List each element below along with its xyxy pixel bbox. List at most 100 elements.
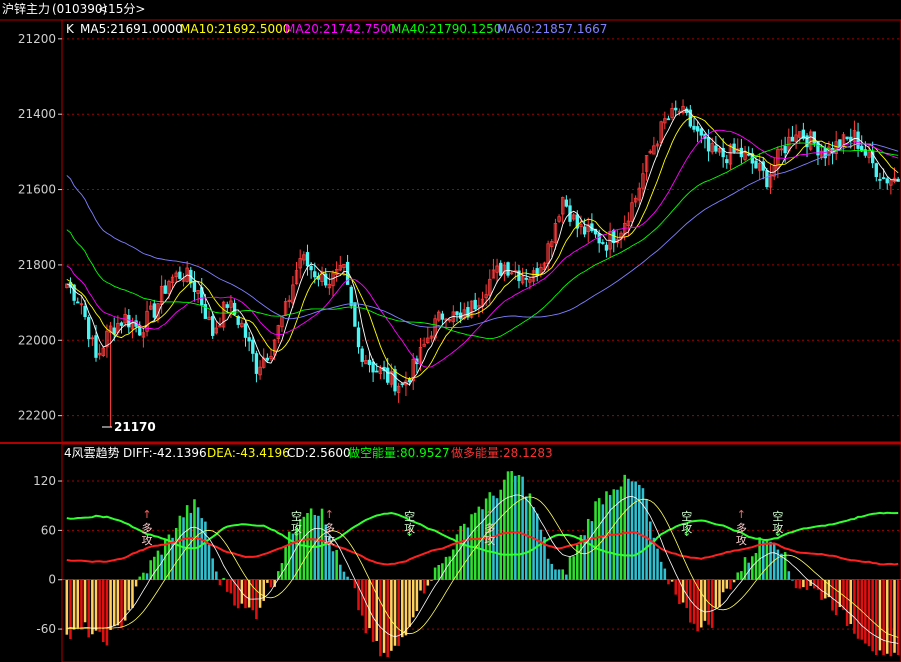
histogram-bar — [765, 538, 769, 580]
candle-body — [407, 379, 412, 383]
histogram-bar — [510, 471, 513, 580]
arrow-up-icon: ↑ — [142, 508, 151, 521]
futures-chart[interactable]: 222002200021800216002140021200120600-60 … — [0, 0, 901, 662]
candle-body — [695, 126, 700, 132]
histogram-bar — [831, 579, 834, 611]
histogram-bar — [692, 579, 696, 624]
candle-body — [499, 262, 503, 276]
histogram-bar — [885, 579, 889, 654]
histogram-bar — [72, 579, 76, 630]
histogram-bar — [102, 579, 105, 642]
signal-marker: 多攻 ↑ — [324, 508, 335, 547]
ma40-legend: MA40:21790.1250 — [391, 22, 501, 36]
candle-body — [455, 311, 459, 316]
candle-body — [754, 160, 758, 169]
candle-body — [112, 327, 116, 335]
histogram-bar — [244, 579, 247, 609]
price-tick-label: 22000 — [18, 333, 56, 347]
histogram-bar — [740, 571, 743, 580]
histogram-bar — [568, 556, 572, 580]
histogram-bar — [80, 579, 83, 630]
histogram-bar — [794, 579, 798, 589]
histogram-bar — [714, 579, 718, 608]
histogram-bar — [576, 544, 579, 580]
indicator-name: 4风雲趋势 — [64, 446, 120, 460]
y-axis-labels: 22200 22000 21800 21600 21400 21200 120 60 0 -60 — [18, 32, 62, 636]
candle-body — [564, 199, 569, 207]
histogram-bar — [76, 579, 80, 628]
signal-marker: 多攻 ↑ — [484, 508, 495, 547]
candle-body — [254, 353, 259, 374]
signal-char: 空 — [404, 509, 415, 523]
candle-body — [765, 170, 769, 188]
diff-legend: DIFF:-42.1396 — [123, 446, 207, 460]
histogram-bar — [65, 579, 69, 635]
candle-body — [353, 302, 357, 327]
candle-body — [440, 313, 445, 320]
histogram-bar — [112, 579, 116, 627]
histogram-bar — [207, 544, 211, 580]
histogram-bar — [247, 579, 251, 608]
histogram-bar — [426, 579, 430, 586]
histogram-bar — [732, 579, 736, 583]
indicator-tick-label: 60 — [41, 523, 56, 537]
candle-body — [349, 286, 353, 306]
price-tick-label: 21200 — [18, 32, 56, 46]
histogram-bar — [266, 579, 269, 583]
ma-line-5 — [66, 109, 899, 386]
histogram-bar — [754, 552, 758, 580]
signal-marker: 空攻↓ — [772, 509, 783, 539]
moving-average-lines — [66, 109, 899, 386]
cd-legend: CD:2.5600 — [287, 446, 351, 460]
histogram-bar — [721, 579, 725, 593]
candle-body — [666, 118, 671, 121]
candle-body — [83, 305, 87, 317]
histogram-bar — [160, 554, 163, 580]
histogram-bar — [586, 518, 590, 580]
candle-body — [210, 316, 215, 336]
candle-body — [367, 359, 372, 366]
histogram-bar — [597, 498, 601, 580]
candle-body — [699, 128, 703, 136]
signal-char: 空 — [681, 509, 692, 523]
ma20-legend: MA20:21742.7500 — [285, 22, 395, 36]
histogram-bar — [893, 579, 896, 653]
histogram-bar — [269, 579, 273, 588]
candle-body — [714, 145, 718, 152]
signal-marker: 空攻↓ — [291, 509, 302, 539]
candle-body — [674, 107, 678, 111]
candle-body — [604, 244, 609, 251]
histogram-bar — [452, 549, 455, 580]
candle-body — [524, 277, 528, 280]
price-tick-label: 21400 — [18, 107, 56, 121]
candle-body — [251, 339, 255, 354]
histogram-bar — [360, 579, 364, 616]
candle-body — [845, 136, 849, 140]
histogram-bar — [495, 498, 499, 580]
candle-body — [597, 233, 601, 244]
candle-body — [506, 262, 510, 276]
ma60-legend: MA60:21857.1667 — [497, 22, 607, 36]
histogram-bar — [503, 479, 506, 580]
candle-body — [601, 242, 605, 244]
histogram-bar — [896, 579, 900, 656]
histogram-bar — [882, 579, 885, 656]
candle-body — [163, 285, 167, 294]
candle-body — [473, 299, 477, 310]
histogram-bar — [98, 579, 101, 632]
price-panel-frame — [61, 19, 901, 443]
candle-body — [783, 146, 787, 154]
histogram-bar — [134, 579, 138, 587]
candle-body — [119, 322, 124, 326]
low-marker-label: 21170 — [114, 420, 156, 434]
candle-body — [458, 312, 463, 319]
histogram-bar — [390, 579, 393, 651]
histogram-bar — [404, 579, 408, 636]
arrow-down-icon: ↓ — [773, 526, 782, 539]
histogram-bar — [433, 567, 437, 580]
period-label[interactable]: <15分> — [98, 2, 145, 16]
candle-body — [878, 179, 882, 181]
candle-body — [192, 281, 197, 293]
histogram-bar — [401, 579, 404, 638]
signal-char: 攻 — [324, 533, 335, 547]
